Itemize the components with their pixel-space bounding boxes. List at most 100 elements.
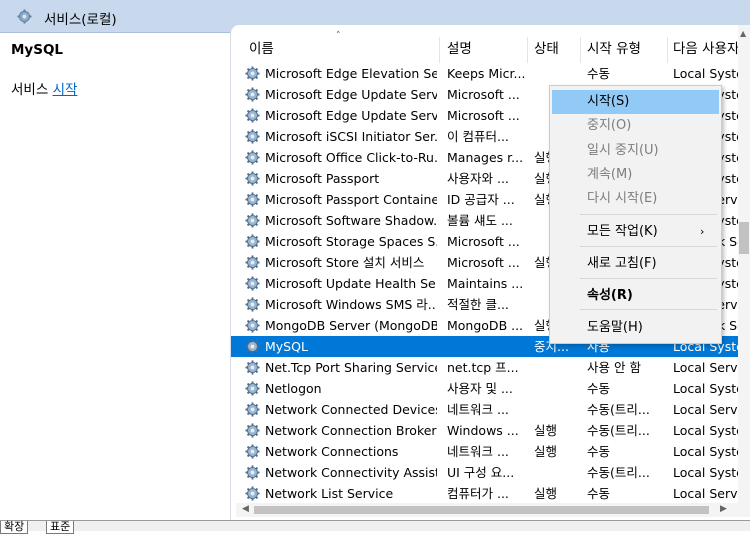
context-menu-label: 시작(S) [587, 94, 630, 109]
tab-extended[interactable]: 확장 [0, 521, 29, 534]
menu-separator [580, 246, 717, 247]
service-status-cell: 실행 [534, 423, 558, 438]
context-menu-item: 다시 시작(E) [552, 187, 719, 211]
service-logon-cell: Local Syste [673, 66, 740, 81]
scroll-left-arrow-icon[interactable]: ◀ [242, 504, 249, 514]
service-logon-cell: Local Servi [673, 360, 740, 375]
tab-standard[interactable]: 표준 [46, 521, 75, 534]
service-status-cell: 실행 [534, 486, 558, 501]
scroll-right-arrow-icon[interactable]: ▶ [720, 504, 727, 514]
header-title: 서비스(로컬) [44, 12, 117, 28]
vertical-scrollbar[interactable]: ▲ [738, 25, 750, 505]
table-row[interactable]: Microsoft Edge Elevation Se... Keeps Micr… [231, 63, 740, 84]
context-menu-item[interactable]: 모든 작업(K) › [552, 220, 719, 244]
submenu-arrow-icon: › [700, 225, 705, 238]
service-gear-icon [245, 486, 260, 501]
scroll-up-arrow-icon[interactable]: ▲ [740, 29, 746, 38]
service-description-cell: ID 공급자 ... [447, 192, 515, 207]
service-description-cell: MongoDB ... [447, 318, 524, 333]
context-menu-label: 속성(R) [587, 288, 633, 303]
service-gear-icon [245, 339, 260, 354]
column-header-description[interactable]: 설명 [441, 37, 528, 61]
service-gear-icon [245, 108, 260, 123]
service-status-cell [534, 462, 581, 483]
service-name-cell: Network Connected Devices... [265, 402, 437, 417]
service-gear-icon [245, 150, 260, 165]
table-row[interactable]: Network Connected Devices... 네트워크 ... 수동(트… [231, 399, 740, 420]
gear-icon [17, 9, 32, 24]
service-description-cell: Keeps Micr... [447, 66, 525, 81]
table-row[interactable]: Net.Tcp Port Sharing Service net.tcp 프...… [231, 357, 740, 378]
service-description-cell: 컴퓨터가 ... [447, 486, 509, 501]
service-description-cell: 이 컴퓨터... [447, 129, 509, 144]
context-menu-item[interactable]: 시작(S) [552, 90, 719, 114]
service-name-cell: Microsoft Windows SMS 라... [265, 297, 437, 312]
service-startup-type-cell: 수동(트리... [587, 465, 650, 480]
horizontal-scroll-thumb[interactable] [254, 506, 709, 514]
menu-separator [580, 309, 717, 310]
service-name-cell: Microsoft Edge Update Serv... [265, 108, 437, 123]
table-row[interactable]: Network Connections 네트워크 ... 실행 수동 Local Sys… [231, 441, 740, 462]
context-menu-label: 다시 시작(E) [587, 191, 658, 206]
service-name-cell: Network Connectivity Assist... [265, 465, 437, 480]
service-startup-type-cell: 수동 [587, 444, 611, 459]
context-menu-item[interactable]: 도움말(H) [552, 316, 719, 340]
menu-separator [580, 214, 717, 215]
table-row[interactable]: Network Connectivity Assist... UI 구성 요...… [231, 462, 740, 483]
column-divider[interactable] [439, 37, 440, 63]
service-description-cell: Maintains ... [447, 276, 524, 291]
column-header-status[interactable]: 상태 [528, 37, 580, 61]
service-description-cell: 네트워크 ... [447, 402, 509, 417]
context-menu-label: 계속(M) [587, 167, 633, 182]
context-menu-item: 일시 중지(U) [552, 139, 719, 163]
service-name-cell: Microsoft Storage Spaces S... [265, 234, 437, 249]
start-service-link[interactable]: 시작 [53, 82, 78, 98]
column-header-startup-type[interactable]: 시작 유형 [581, 37, 667, 61]
service-logon-cell: Local Servi [673, 486, 740, 501]
service-name-cell: Network Connection Broker [265, 423, 437, 438]
service-gear-icon [245, 66, 260, 81]
service-startup-type-cell: 수동 [587, 66, 611, 81]
service-description-cell: net.tcp 프... [447, 360, 519, 375]
vertical-scroll-thumb[interactable] [739, 222, 749, 254]
service-name-cell: Microsoft iSCSI Initiator Ser... [265, 129, 437, 144]
description-pane: MySQL 서비스 시작 [0, 33, 229, 513]
service-gear-icon [245, 213, 260, 228]
service-action: 서비스 시작 [11, 78, 77, 98]
table-row[interactable]: Network Connection Broker Windows ... 실행 수동… [231, 420, 740, 441]
service-gear-icon [245, 318, 260, 333]
service-gear-icon [245, 444, 260, 459]
context-menu-label: 모든 작업(K) [587, 224, 658, 239]
service-name-cell: MongoDB Server (MongoDB) [265, 318, 437, 333]
context-menu-item[interactable]: 새로 고침(F) [552, 252, 719, 276]
service-description-cell: 사용자 및 ... [447, 381, 513, 396]
service-status-cell: 실행 [534, 444, 558, 459]
table-row[interactable]: Netlogon 사용자 및 ... 수동 Local Syste [231, 378, 740, 399]
table-row[interactable]: Network List Service 컴퓨터가 ... 실행 수동 Local Se… [231, 483, 740, 504]
context-menu: 시작(S) 중지(O) 일시 중지(U) 계속(M) 다시 시작(E) 모든 작업(K) ›… [549, 85, 722, 344]
column-header-name[interactable]: 이름 [243, 37, 439, 61]
service-startup-type-cell: 수동(트리... [587, 423, 650, 438]
service-description-cell: Windows ... [447, 423, 519, 438]
horizontal-scrollbar[interactable]: ◀ ▶ [236, 503, 750, 517]
service-logon-cell: Local Servi [673, 402, 740, 417]
service-name-cell: Microsoft Passport [265, 171, 380, 186]
service-description-cell: Microsoft ... [447, 255, 520, 270]
service-startup-type-cell: 수동(트리... [587, 402, 650, 417]
service-name-cell: Netlogon [265, 381, 322, 396]
service-name-cell: Microsoft Store 설치 서비스 [265, 255, 425, 270]
service-action-prefix: 서비스 [11, 82, 53, 98]
service-description-cell: 적절한 클... [447, 297, 509, 312]
service-logon-cell: Local Syste [673, 423, 740, 438]
service-gear-icon [245, 276, 260, 291]
service-startup-type-cell: 사용 안 함 [587, 360, 641, 375]
service-name-cell: Microsoft Office Click-to-Ru... [265, 150, 437, 165]
service-gear-icon [245, 87, 260, 102]
service-description-cell: 네트워크 ... [447, 444, 509, 459]
service-status-cell [534, 399, 581, 420]
context-menu-item: 계속(M) [552, 163, 719, 187]
context-menu-item[interactable]: 속성(R) [552, 284, 719, 308]
context-menu-item: 중지(O) [552, 114, 719, 138]
service-gear-icon [245, 234, 260, 249]
service-gear-icon [245, 465, 260, 480]
